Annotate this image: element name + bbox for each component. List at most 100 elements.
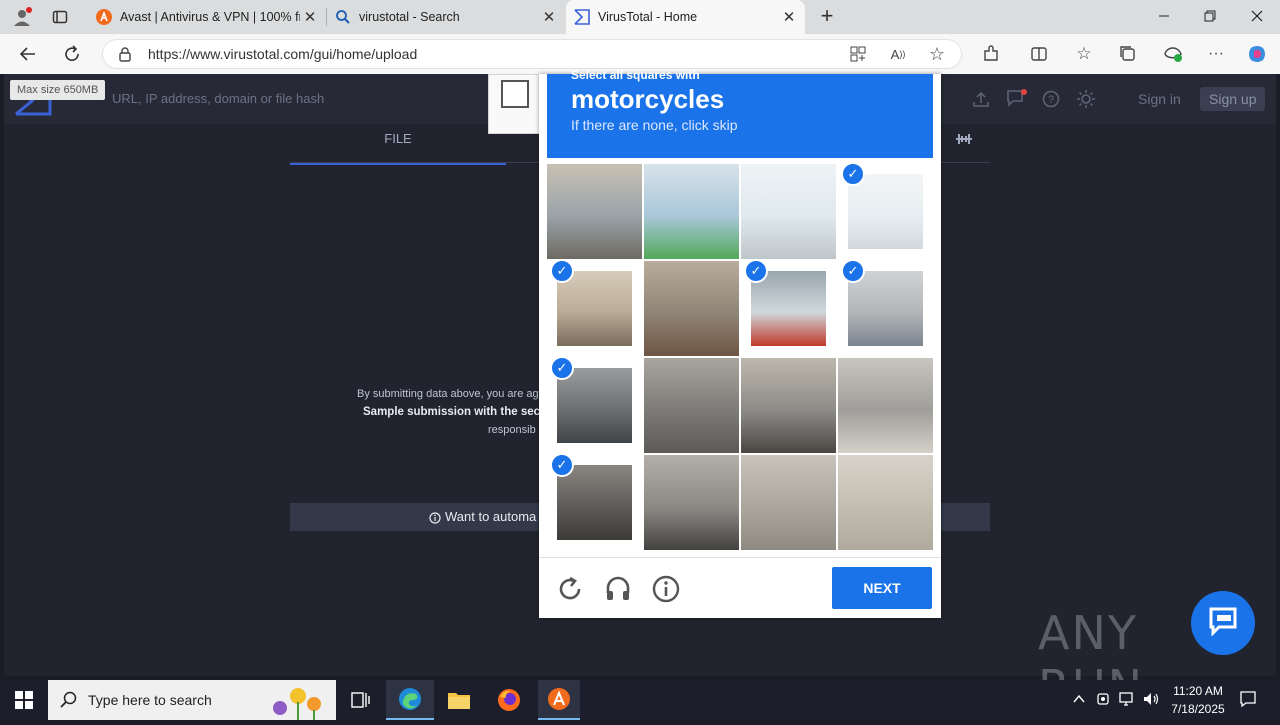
- extensions-icon[interactable]: [981, 44, 1001, 64]
- captcha-tile-image: [741, 358, 836, 453]
- back-button[interactable]: [16, 42, 40, 66]
- browser-essentials-icon[interactable]: [1163, 44, 1183, 64]
- help-icon[interactable]: ?: [1042, 90, 1060, 108]
- captcha-tile[interactable]: [644, 455, 739, 550]
- captcha-tile-image: [644, 261, 739, 356]
- theme-toggle-icon[interactable]: [1076, 89, 1096, 109]
- volume-icon[interactable]: [1142, 691, 1160, 707]
- sign-in-link[interactable]: Sign in: [1138, 91, 1181, 107]
- selected-check-icon: ✓: [841, 259, 865, 283]
- captcha-tile-image: [848, 271, 923, 346]
- search-icon: [335, 9, 351, 25]
- tab-title: VirusTotal - Home: [598, 10, 698, 24]
- lock-icon[interactable]: [118, 46, 132, 62]
- notifications-icon[interactable]: [1006, 88, 1028, 108]
- captcha-tile-image: [838, 455, 933, 550]
- captcha-tile[interactable]: [741, 455, 836, 550]
- profile-icon[interactable]: [12, 7, 32, 27]
- tab-actions-icon[interactable]: [52, 9, 68, 25]
- chat-support-icon[interactable]: [1191, 591, 1255, 655]
- captcha-tile-image: [644, 455, 739, 550]
- clock-date[interactable]: 7/18/2025: [1166, 702, 1230, 716]
- read-aloud-icon[interactable]: A)): [888, 44, 908, 64]
- audio-challenge-icon[interactable]: [604, 575, 632, 603]
- collections-icon[interactable]: [1118, 44, 1138, 64]
- upload-icon[interactable]: [972, 90, 990, 108]
- captcha-tile[interactable]: [644, 261, 739, 356]
- avast-app-icon[interactable]: [538, 680, 580, 720]
- captcha-tile[interactable]: [741, 358, 836, 453]
- virustotal-icon: [574, 9, 590, 25]
- info-icon: [429, 511, 441, 524]
- max-size-badge: Max size 650MB: [10, 80, 106, 100]
- windows-start-icon[interactable]: [14, 690, 34, 710]
- more-options-icon[interactable]: ···: [1206, 44, 1226, 64]
- tab-title: virustotal - Search: [359, 10, 460, 24]
- captcha-tile-image: [741, 455, 836, 550]
- captcha-tile-image: [741, 164, 836, 259]
- chevron-up-icon[interactable]: [1072, 692, 1086, 706]
- tab-virustotal-search[interactable]: virustotal - Search ✕: [327, 0, 565, 34]
- captcha-header: Select all squares with motorcycles If t…: [547, 68, 933, 158]
- close-icon[interactable]: ✕: [300, 8, 320, 26]
- split-screen-icon[interactable]: [1029, 44, 1049, 64]
- captcha-tile-image: [751, 271, 826, 346]
- reload-icon[interactable]: [557, 576, 583, 602]
- selected-check-icon: ✓: [550, 356, 574, 380]
- info-help-icon[interactable]: [652, 575, 680, 603]
- captcha-tile[interactable]: [838, 455, 933, 550]
- minimize-button[interactable]: [1156, 8, 1172, 24]
- captcha-tile[interactable]: [547, 164, 642, 259]
- terms-text-line1: By submitting data above, you are ag: [357, 388, 539, 400]
- copilot-icon[interactable]: [1247, 44, 1267, 64]
- favorites-icon[interactable]: ☆: [1074, 44, 1094, 64]
- file-explorer-icon[interactable]: [447, 690, 471, 710]
- next-button[interactable]: NEXT: [832, 567, 932, 609]
- captcha-hint: If there are none, click skip: [571, 117, 738, 133]
- close-window-button[interactable]: [1249, 8, 1265, 24]
- close-icon[interactable]: ✕: [779, 8, 799, 26]
- selected-check-icon: ✓: [550, 259, 574, 283]
- captcha-tile[interactable]: [644, 358, 739, 453]
- captcha-tile-image: [547, 164, 642, 259]
- automate-text[interactable]: Want to automa: [445, 509, 536, 524]
- captcha-tile-image: [644, 358, 739, 453]
- captcha-tile-image: [644, 164, 739, 259]
- captcha-tile[interactable]: [838, 358, 933, 453]
- favorite-star-icon[interactable]: ☆: [927, 44, 947, 64]
- captcha-tile-image: [848, 174, 923, 249]
- avast-icon: [96, 9, 112, 25]
- meet-now-icon[interactable]: [1096, 691, 1112, 707]
- selected-check-icon: ✓: [744, 259, 768, 283]
- notification-center-icon[interactable]: [1239, 690, 1257, 708]
- flowers-decoration-icon: [262, 682, 332, 720]
- sign-up-button[interactable]: Sign up: [1200, 87, 1266, 111]
- captcha-tile-image: [557, 465, 632, 540]
- restore-button[interactable]: [1202, 8, 1218, 24]
- tab-search-icon[interactable]: [954, 131, 974, 147]
- search-input[interactable]: URL, IP address, domain or file hash: [112, 91, 324, 106]
- network-icon[interactable]: [1118, 691, 1136, 707]
- search-icon: [60, 691, 78, 709]
- tab-file[interactable]: FILE: [290, 128, 506, 165]
- tab-virustotal-home[interactable]: VirusTotal - Home ✕: [566, 0, 805, 34]
- captcha-checkbox[interactable]: [501, 80, 529, 108]
- captcha-target: motorcycles: [571, 84, 725, 114]
- clock-time[interactable]: 11:20 AM: [1170, 684, 1226, 698]
- taskbar-search-input[interactable]: Type here to search: [88, 692, 212, 708]
- url-text[interactable]: https://www.virustotal.com/gui/home/uplo…: [148, 46, 417, 62]
- close-icon[interactable]: ✕: [539, 8, 559, 26]
- firefox-icon[interactable]: [497, 688, 521, 712]
- task-view-icon[interactable]: [350, 690, 370, 710]
- app-available-icon[interactable]: [848, 44, 868, 64]
- tab-avast[interactable]: Avast | Antivirus & VPN | 100% fre ✕: [88, 0, 326, 34]
- tab-strip: Avast | Antivirus & VPN | 100% fre ✕ vir…: [0, 0, 1280, 34]
- captcha-tile[interactable]: [741, 164, 836, 259]
- tab-title: Avast | Antivirus & VPN | 100% fre: [120, 10, 300, 24]
- new-tab-button[interactable]: +: [816, 5, 838, 27]
- edge-app-icon[interactable]: [386, 680, 434, 720]
- captcha-divider: [539, 557, 941, 558]
- refresh-button[interactable]: [60, 42, 84, 66]
- captcha-tile[interactable]: [644, 164, 739, 259]
- selected-check-icon: ✓: [841, 162, 865, 186]
